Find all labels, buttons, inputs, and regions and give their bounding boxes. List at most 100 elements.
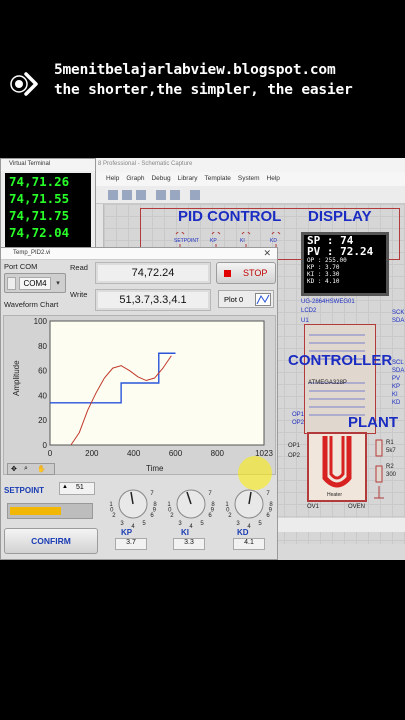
menu-library[interactable]: Library: [178, 175, 198, 183]
knob-ki-value[interactable]: 3.3: [173, 538, 205, 550]
plant-title: PLANT: [348, 414, 398, 431]
knob-kp-value[interactable]: 3.7: [115, 538, 147, 550]
lcd-kd: KD : 4.10: [307, 278, 340, 285]
ov1-label: OV1: [307, 504, 320, 510]
banner-url: 5menitbelajarlabview.blogspot.com: [54, 62, 336, 78]
knob-scale-label: 7: [208, 491, 212, 497]
graph-palette[interactable]: ✥ ⌕ ✋: [7, 463, 55, 475]
y-tick-label: 60: [38, 367, 47, 376]
pin-kd-r: KD: [392, 400, 401, 406]
menu-help-2[interactable]: Help: [267, 175, 280, 183]
knob-scale-label: 3: [236, 521, 240, 527]
x-tick-label: 400: [127, 449, 141, 458]
knob-scale-label: 6: [208, 513, 212, 519]
chart-svg: 0 200 400 600 800 1023020406080100: [34, 317, 274, 458]
menu-help[interactable]: Help: [106, 175, 119, 183]
knob-kd-label: KD: [237, 528, 249, 537]
proteus-toolbar: [94, 186, 405, 204]
terminal-output: 74,71.26 74,71.55 74,71.75 74,72.04: [5, 173, 91, 249]
pin-pv: PV: [392, 376, 401, 382]
terminal-line: 74,71.75: [9, 208, 70, 223]
knob-scale-label: 5: [200, 521, 204, 527]
menu-debug[interactable]: Debug: [151, 175, 170, 183]
resistor-symbols: [374, 439, 384, 499]
terminal-title: Virtual Terminal: [1, 159, 95, 171]
terminal-line: 74,72.04: [9, 225, 70, 240]
virtual-terminal: Virtual Terminal 74,71.26 74,71.55 74,71…: [0, 158, 96, 250]
terminal-line: 74,71.55: [9, 191, 70, 206]
menu-template[interactable]: Template: [204, 175, 230, 183]
lcd-pv: PV : 72.24: [307, 245, 374, 258]
labview-front-panel: Temp_PID2.vi ✕ Port COM COM4 ▾ Read 74,7…: [0, 247, 278, 560]
x-axis-label: Time: [146, 464, 164, 473]
banner-tagline: the shorter,the simpler, the easier: [54, 82, 353, 98]
confirm-button[interactable]: CONFIRM: [4, 528, 98, 554]
toolbar-icons: [108, 190, 200, 200]
knob-ki[interactable]: 6543728190 KI 3.3: [165, 476, 217, 556]
knob-kp-label: KP: [121, 528, 133, 537]
controller-title: CONTROLLER: [288, 352, 393, 369]
cursor-icon[interactable]: ✥: [11, 465, 17, 473]
lcd-ki: KI : 3.30: [307, 271, 340, 278]
knob-scale-label: 2: [228, 513, 232, 519]
knob-kp[interactable]: 6543728190 KP 3.7: [107, 476, 159, 556]
y-axis-label: Amplitude: [12, 360, 21, 396]
pid-control-title: PID CONTROL: [178, 208, 282, 225]
pan-icon[interactable]: ✋: [37, 465, 46, 473]
lcd-op: OP : 255.00: [307, 257, 347, 264]
oven-label: OVEN: [348, 504, 366, 510]
knob-scale-label: 7: [266, 491, 270, 497]
pin-op2: OP2: [292, 420, 305, 426]
pin-kp-r: KP: [392, 384, 401, 390]
menu-system[interactable]: System: [238, 175, 260, 183]
cursor-highlight: [238, 456, 272, 490]
knob-scale-label: 7: [150, 491, 154, 497]
y-tick-label: 20: [38, 416, 47, 425]
setpoint-value: 51: [76, 484, 84, 491]
knob-scale-label: 9: [211, 508, 215, 514]
confirm-label: CONFIRM: [31, 536, 71, 546]
knob-scale-label: 5: [258, 521, 262, 527]
pin-op2-b: OP2: [288, 453, 301, 459]
y-tick-label: 0: [43, 441, 48, 450]
menu-graph[interactable]: Graph: [126, 175, 144, 183]
display-title: DISPLAY: [308, 208, 372, 225]
x-tick-label: 200: [85, 449, 99, 458]
setpoint-fill: [10, 507, 61, 515]
setpoint-slider[interactable]: [7, 503, 93, 519]
lcd-kp: KP : 3.70: [307, 264, 340, 271]
knob-ki-label: KI: [181, 528, 189, 537]
knob-scale-label: 9: [269, 508, 273, 514]
knob-scale-label: 9: [153, 508, 157, 514]
y-tick-label: 80: [38, 342, 47, 351]
zoom-icon[interactable]: ⌕: [24, 465, 28, 473]
mcu-part: ATMEGA328P: [308, 380, 347, 386]
knob-ki-dial-icon: 6543728190: [167, 489, 215, 530]
heater-coil-icon: [322, 436, 352, 488]
pin-op1: OP1: [292, 412, 305, 418]
pin-scl: SCL: [392, 360, 404, 366]
setpoint-numeric[interactable]: ▲ 51: [59, 482, 95, 495]
lcd-ref: LCD2: [301, 308, 317, 314]
knob-kp-dial-icon: 6543728190: [109, 489, 157, 530]
proteus-title: 8 Professional - Schematic Capture: [94, 158, 405, 172]
increment-icon[interactable]: ▲: [62, 484, 68, 490]
knob-scale-label: 3: [178, 521, 182, 527]
knob-scale-label: 2: [170, 513, 174, 519]
y-tick-label: 40: [38, 391, 47, 400]
setpoint-label: SETPOINT: [4, 486, 45, 495]
pin-sck: SCK: [392, 310, 405, 316]
x-tick-label: 0: [48, 449, 53, 458]
pin-ki-r: KI: [392, 392, 398, 398]
channel-banner: 5menitbelajarlabview.blogspot.com the sh…: [0, 58, 405, 108]
knob-scale-label: 5: [142, 521, 146, 527]
pin-sda: SDA: [392, 368, 405, 374]
pin-sda-2: SDA: [392, 318, 405, 324]
y-tick-label: 100: [34, 317, 48, 326]
knob-scale-label: 6: [150, 513, 154, 519]
x-tick-label: 600: [169, 449, 183, 458]
proteus-menubar: Help Graph Debug Library Template System…: [94, 172, 405, 186]
knob-scale-label: 3: [120, 521, 124, 527]
knob-kd-value[interactable]: 4.1: [233, 538, 265, 550]
channel-logo-icon: [10, 72, 38, 96]
